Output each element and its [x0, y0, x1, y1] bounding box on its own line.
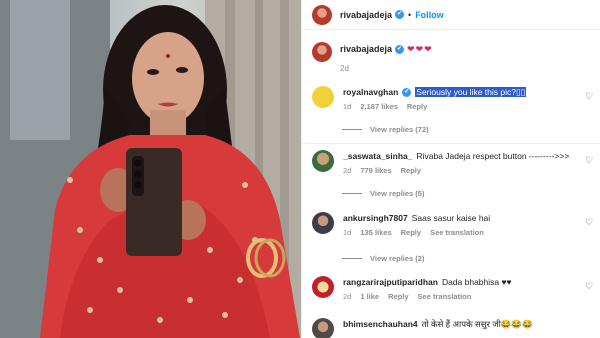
reply-button[interactable]: Reply: [401, 166, 421, 175]
comment-username[interactable]: rangzarirajputiparidhan: [343, 277, 438, 287]
post-header: rivabajadeja ✔ • Follow: [302, 0, 600, 30]
comment-avatar[interactable]: [312, 318, 334, 338]
caption-line: rivabajadeja ✔ ❤❤❤: [340, 42, 433, 56]
verified-badge-icon: ✔: [395, 45, 405, 55]
see-translation-button[interactable]: See translation: [430, 228, 484, 237]
comment-age: 2d: [343, 166, 352, 175]
comment-body: _saswata_sinha_ Rivaba Jadeja respect but…: [343, 150, 569, 175]
view-replies-rule: [342, 258, 362, 259]
comment-item: _saswata_sinha_ Rivaba Jadeja respect but…: [312, 150, 569, 175]
instagram-post-view: rivabajadeja ✔ • Follow rivabajadeja ✔ ❤❤❤…: [0, 0, 600, 338]
header-separator: •: [408, 9, 412, 20]
comment-likes[interactable]: 779 likes: [360, 166, 391, 175]
follow-button[interactable]: Follow: [415, 10, 444, 20]
comment-avatar[interactable]: [312, 276, 334, 298]
post-photo[interactable]: [0, 0, 301, 338]
comment-divider: [302, 143, 600, 144]
comment-text-line: royalnavghan ✔ Seriously you like this pic…: [343, 86, 527, 99]
comment-body: rangzarirajputiparidhan Dada bhabhisa ♥♥ …: [343, 276, 512, 301]
comment-text-suffix: ▯▯: [515, 87, 526, 97]
view-replies-rule: [342, 129, 362, 130]
header-username[interactable]: rivabajadeja: [340, 10, 392, 20]
verified-badge-icon: ✔: [402, 88, 412, 98]
caption-body: rivabajadeja ✔ ❤❤❤ 2d: [340, 42, 433, 73]
comment-body: royalnavghan ✔ Seriously you like this pic…: [343, 86, 527, 111]
comment-meta: 2d 1 like Reply See translation: [343, 292, 512, 301]
comment-text-line: rangzarirajputiparidhan Dada bhabhisa ♥♥: [343, 276, 512, 289]
view-replies-button[interactable]: View replies (72): [342, 125, 429, 134]
comment-username[interactable]: _saswata_sinha_: [343, 151, 412, 161]
comment-avatar[interactable]: [312, 150, 334, 172]
see-translation-button[interactable]: See translation: [418, 292, 472, 301]
comment-username[interactable]: bhimsenchauhan4: [343, 319, 418, 329]
caption-avatar[interactable]: [312, 42, 332, 62]
heart-outline-icon[interactable]: ♡: [585, 282, 594, 291]
comment-text-line: _saswata_sinha_ Rivaba Jadeja respect but…: [343, 150, 569, 163]
heart-outline-icon[interactable]: ♡: [585, 156, 594, 165]
comment-text-main: Seriously you like this pic?: [416, 87, 516, 97]
comment-likes[interactable]: 1 like: [360, 292, 379, 301]
comment-text: तो केसे हैं आपके ससुर जी😂😂😂: [421, 319, 533, 329]
view-replies-button[interactable]: View replies (2): [342, 254, 424, 263]
comment-meta: 2d 779 likes Reply: [343, 166, 569, 175]
comments-panel: rivabajadeja ✔ • Follow rivabajadeja ✔ ❤❤❤…: [301, 0, 600, 338]
comment-age: 2d: [343, 292, 352, 301]
comment-text: Saas sasur kaise hai: [411, 213, 491, 223]
comment-avatar[interactable]: [312, 86, 334, 108]
heart-outline-icon[interactable]: ♡: [585, 218, 594, 227]
post-caption: rivabajadeja ✔ ❤❤❤ 2d: [312, 42, 433, 73]
comment-username[interactable]: ankursingh7807: [343, 213, 408, 223]
caption-age: 2d: [340, 64, 349, 73]
caption-username[interactable]: rivabajadeja: [340, 44, 392, 54]
comment-body: ankursingh7807 Saas sasur kaise hai 1d 13…: [343, 212, 490, 237]
heart-outline-icon[interactable]: ♡: [585, 92, 594, 101]
comment-likes[interactable]: 2,187 likes: [360, 102, 398, 111]
view-replies-rule: [342, 193, 362, 194]
comment-text: Seriously you like this pic?▯▯: [415, 87, 527, 97]
verified-badge-icon: ✔: [395, 10, 405, 19]
comment-username[interactable]: royalnavghan: [343, 87, 398, 97]
comment-meta: 1d 135 likes Reply See translation: [343, 228, 490, 237]
reply-button[interactable]: Reply: [407, 102, 427, 111]
comment-body: bhimsenchauhan4 तो केसे हैं आपके ससुर जी😂…: [343, 318, 533, 338]
comment-likes[interactable]: 135 likes: [360, 228, 391, 237]
comment-item: rangzarirajputiparidhan Dada bhabhisa ♥♥ …: [312, 276, 512, 301]
caption-hearts: ❤❤❤: [407, 44, 433, 54]
comment-text-line: bhimsenchauhan4 तो केसे हैं आपके ससुर जी😂…: [343, 318, 533, 331]
view-replies-button[interactable]: View replies (5): [342, 189, 424, 198]
woman-selfie-illustration: [0, 0, 301, 338]
comment-age: 1d: [343, 102, 352, 111]
comment-item: bhimsenchauhan4 तो केसे हैं आपके ससुर जी😂…: [312, 318, 533, 338]
reply-button[interactable]: Reply: [388, 292, 408, 301]
header-avatar[interactable]: [312, 4, 332, 25]
comment-item: royalnavghan ✔ Seriously you like this pic…: [312, 86, 527, 111]
view-replies-label[interactable]: View replies (72): [370, 125, 429, 134]
comment-text-line: ankursingh7807 Saas sasur kaise hai: [343, 212, 490, 225]
view-replies-label[interactable]: View replies (2): [370, 254, 424, 263]
comment-text: Rivaba Jadeja respect button --------->>…: [416, 151, 570, 161]
view-replies-label[interactable]: View replies (5): [370, 189, 424, 198]
comment-avatar[interactable]: [312, 212, 334, 234]
comment-item: ankursingh7807 Saas sasur kaise hai 1d 13…: [312, 212, 490, 237]
comment-text: Dada bhabhisa ♥♥: [441, 277, 512, 287]
comment-meta: 1d 2,187 likes Reply: [343, 102, 526, 111]
comment-age: 1d: [343, 228, 352, 237]
reply-button[interactable]: Reply: [401, 228, 421, 237]
